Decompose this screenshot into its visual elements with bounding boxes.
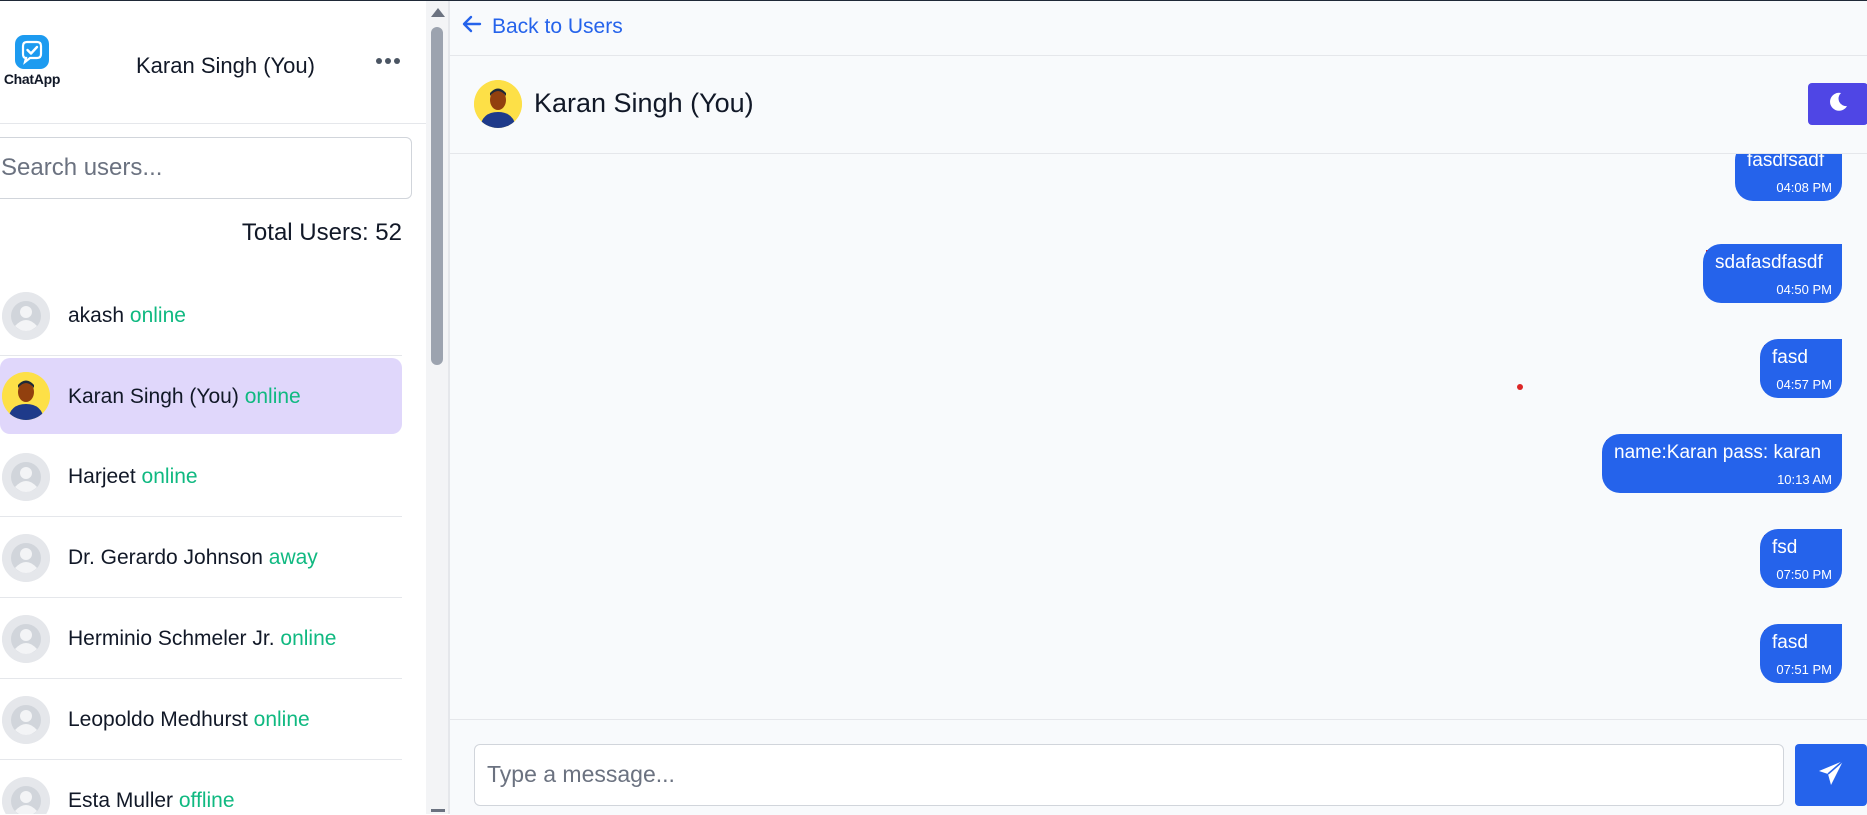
default-avatar-icon bbox=[2, 292, 50, 340]
message-time: 04:57 PM bbox=[1776, 377, 1832, 392]
user-status: online bbox=[129, 304, 186, 327]
app-logo[interactable]: ChatApp bbox=[2, 35, 62, 87]
message-text: fasdfsadf bbox=[1747, 154, 1825, 171]
total-users-count: Total Users: 52 bbox=[241, 219, 402, 246]
message-text: fasd bbox=[1772, 347, 1808, 368]
message-text: sdafasdfasdf bbox=[1715, 252, 1823, 273]
user-name: akash online bbox=[68, 304, 186, 327]
message-time: 04:50 PM bbox=[1776, 282, 1832, 297]
chat-panel: Back to Users Karan Singh (You) fasdfsad… bbox=[450, 1, 1867, 815]
user-status: away bbox=[268, 546, 318, 569]
sidebar-scrollbar[interactable] bbox=[426, 1, 448, 814]
user-list-item[interactable]: akash online bbox=[0, 277, 402, 356]
user-list-item[interactable]: Dr. Gerardo Johnson away bbox=[0, 519, 402, 598]
user-name: Karan Singh (You) online bbox=[68, 385, 301, 408]
message-bubble: fasd 07:51 PM bbox=[1760, 624, 1842, 683]
user-status: online bbox=[141, 465, 198, 488]
user-list: akash online Karan Singh (You) online Ha… bbox=[0, 277, 402, 814]
default-avatar-icon bbox=[2, 696, 50, 744]
scroll-up-arrow-icon[interactable] bbox=[431, 8, 445, 17]
default-avatar-icon bbox=[2, 534, 50, 582]
user-name: Herminio Schmeler Jr. online bbox=[68, 627, 337, 650]
default-avatar-icon bbox=[2, 777, 50, 814]
user-avatar bbox=[2, 372, 50, 420]
user-status: offline bbox=[178, 789, 235, 812]
message-text: fsd bbox=[1772, 537, 1798, 558]
message-text: fasd bbox=[1772, 632, 1808, 653]
message-bubble: name:Karan pass: karan 10:13 AM bbox=[1602, 434, 1842, 493]
user-status: online bbox=[253, 708, 310, 731]
send-icon bbox=[1817, 759, 1845, 792]
message-text: name:Karan pass: karan bbox=[1614, 442, 1822, 463]
user-list-item[interactable]: Harjeet online bbox=[0, 438, 402, 517]
app-logo-label: ChatApp bbox=[3, 71, 61, 87]
message-time: 10:13 AM bbox=[1777, 472, 1832, 487]
message-bubble: fasdfsadf 04:08 PM bbox=[1735, 154, 1842, 201]
chat-user-avatar bbox=[474, 80, 522, 128]
back-to-users-label: Back to Users bbox=[492, 15, 623, 38]
sidebar-header: ChatApp Karan Singh (You) bbox=[0, 1, 426, 124]
default-avatar-icon bbox=[2, 615, 50, 663]
default-avatar-icon bbox=[2, 453, 50, 501]
chat-title: Karan Singh (You) bbox=[534, 88, 754, 118]
red-dot-indicator bbox=[1517, 384, 1523, 390]
message-input[interactable] bbox=[474, 744, 1784, 806]
user-name: Esta Muller offline bbox=[68, 789, 235, 812]
more-options-icon[interactable] bbox=[376, 51, 406, 71]
message-bubble: sdafasdfasdf 04:50 PM bbox=[1703, 244, 1842, 303]
message-list: fasdfsadf 04:08 PM sdafasdfasdf 04:50 PM… bbox=[450, 154, 1867, 718]
sidebar: ChatApp Karan Singh (You) Total Users: 5… bbox=[0, 1, 426, 814]
message-time: 04:08 PM bbox=[1776, 180, 1832, 195]
user-list-item[interactable]: Esta Muller offline bbox=[0, 762, 402, 814]
message-composer bbox=[450, 719, 1867, 815]
user-status: online bbox=[280, 627, 337, 650]
arrow-left-icon bbox=[462, 15, 482, 39]
back-to-users-link[interactable]: Back to Users bbox=[462, 15, 623, 39]
search-users-input[interactable] bbox=[0, 137, 412, 199]
user-name: Dr. Gerardo Johnson away bbox=[68, 546, 318, 569]
moon-icon bbox=[1827, 91, 1849, 118]
scrollbar-thumb[interactable] bbox=[431, 27, 443, 365]
message-time: 07:50 PM bbox=[1776, 567, 1832, 582]
user-status: online bbox=[244, 385, 301, 408]
send-button[interactable] bbox=[1795, 744, 1867, 806]
current-user-name: Karan Singh (You) bbox=[136, 53, 315, 78]
scroll-down-arrow-icon[interactable] bbox=[431, 809, 445, 812]
message-bubble: fasd 04:57 PM bbox=[1760, 339, 1842, 398]
user-list-item[interactable]: Leopoldo Medhurst online bbox=[0, 681, 402, 760]
chat-header: Karan Singh (You) bbox=[450, 56, 1867, 154]
user-list-item[interactable]: Herminio Schmeler Jr. online bbox=[0, 600, 402, 679]
user-name: Leopoldo Medhurst online bbox=[68, 708, 310, 731]
user-list-item-selected[interactable]: Karan Singh (You) online bbox=[0, 358, 402, 434]
user-name: Harjeet online bbox=[68, 465, 198, 488]
message-time: 07:51 PM bbox=[1776, 662, 1832, 677]
message-bubble: fsd 07:50 PM bbox=[1760, 529, 1842, 588]
theme-toggle-button[interactable] bbox=[1808, 83, 1867, 125]
chat-check-icon bbox=[15, 35, 49, 69]
